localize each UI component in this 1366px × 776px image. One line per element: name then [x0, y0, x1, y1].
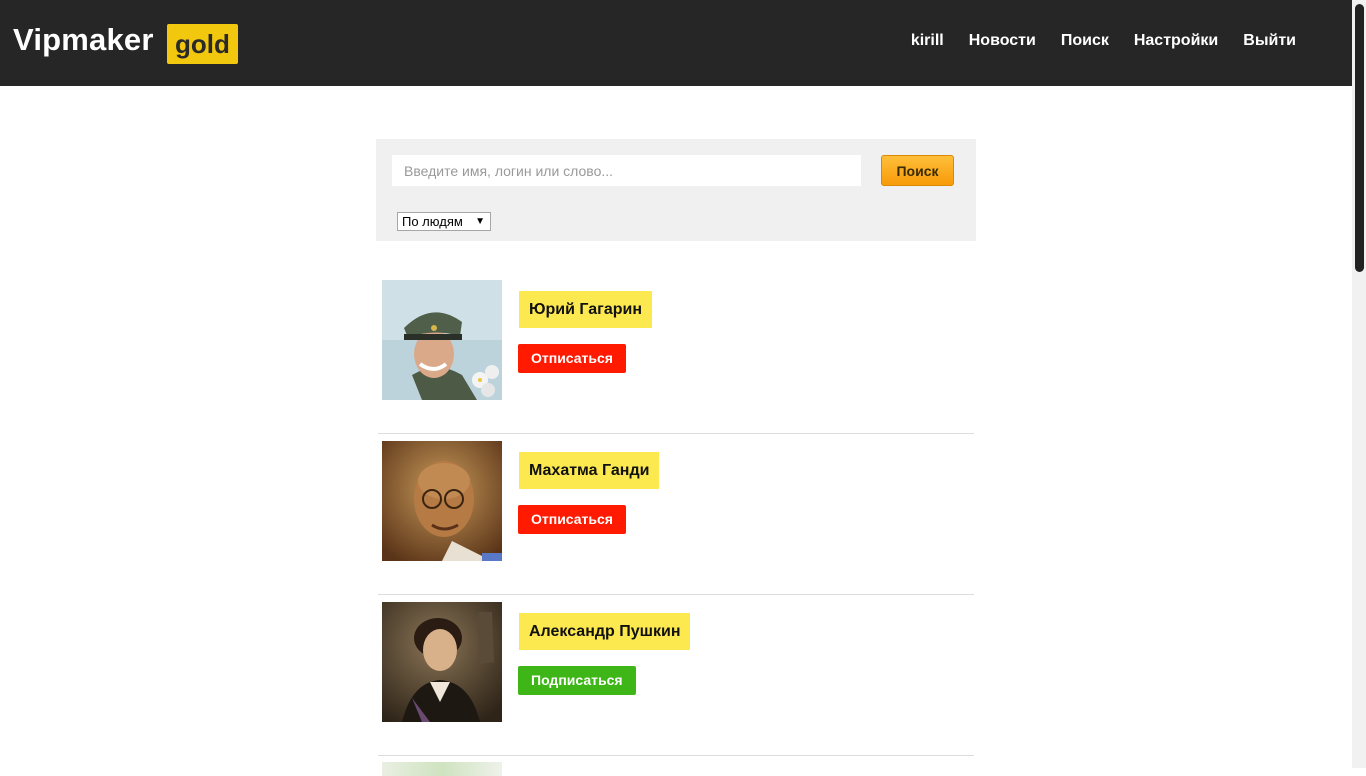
- search-button[interactable]: Поиск: [881, 155, 954, 186]
- logo-badge[interactable]: gold: [167, 24, 238, 64]
- avatar[interactable]: [382, 602, 502, 722]
- portrait-photo-icon: [382, 280, 502, 400]
- person-name[interactable]: Юрий Гагарин: [519, 291, 652, 328]
- avatar[interactable]: [382, 762, 502, 776]
- scrollbar-thumb[interactable]: [1355, 4, 1364, 272]
- search-panel: Поиск По людям ▼: [376, 139, 976, 241]
- portrait-photo-icon: [382, 602, 502, 722]
- search-filter-value: По людям: [402, 214, 463, 229]
- nav-item-profile[interactable]: kirill: [911, 32, 944, 50]
- subscribe-button[interactable]: Подписаться: [518, 666, 636, 695]
- list-item: Юрий Гагарин Отписаться: [378, 274, 974, 434]
- results-list: Юрий Гагарин Отписаться Махатма Ганди От…: [376, 274, 976, 776]
- list-item: Александр Пушкин Подписаться: [378, 596, 974, 756]
- nav-item-logout[interactable]: Выйти: [1243, 32, 1296, 50]
- avatar[interactable]: [382, 280, 502, 400]
- search-filter-select[interactable]: По людям ▼: [397, 212, 491, 231]
- unsubscribe-button[interactable]: Отписаться: [518, 344, 626, 373]
- list-item: Махатма Ганди Отписаться: [378, 435, 974, 595]
- list-item: [378, 756, 974, 776]
- main-nav: kirill Новости Поиск Настройки Выйти: [911, 32, 1296, 50]
- person-name[interactable]: Махатма Ганди: [519, 452, 660, 489]
- portrait-photo-icon: [382, 441, 502, 561]
- dropdown-arrow-icon: ▼: [475, 216, 485, 227]
- search-input[interactable]: [392, 155, 861, 186]
- nav-item-search[interactable]: Поиск: [1061, 32, 1109, 50]
- person-name[interactable]: Александр Пушкин: [519, 613, 691, 650]
- nav-item-settings[interactable]: Настройки: [1134, 32, 1218, 50]
- avatar[interactable]: [382, 441, 502, 561]
- top-navbar: Vipmaker gold kirill Новости Поиск Настр…: [0, 0, 1352, 86]
- nav-item-news[interactable]: Новости: [969, 32, 1036, 50]
- logo-text[interactable]: Vipmaker: [13, 22, 154, 58]
- unsubscribe-button[interactable]: Отписаться: [518, 505, 626, 534]
